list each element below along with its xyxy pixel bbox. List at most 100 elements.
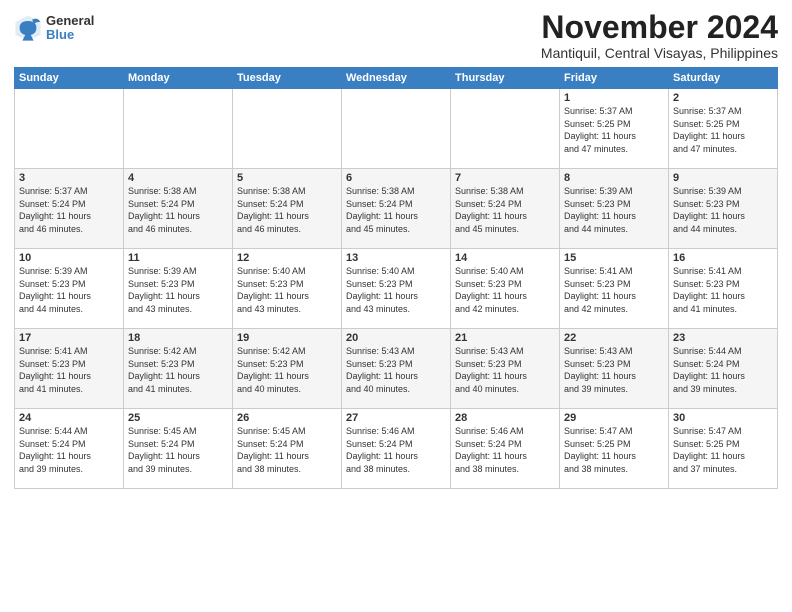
- table-row: 26Sunrise: 5:45 AM Sunset: 5:24 PM Dayli…: [233, 409, 342, 489]
- day-info: Sunrise: 5:43 AM Sunset: 5:23 PM Dayligh…: [455, 345, 555, 395]
- table-row: 7Sunrise: 5:38 AM Sunset: 5:24 PM Daylig…: [451, 169, 560, 249]
- calendar-table: Sunday Monday Tuesday Wednesday Thursday…: [14, 67, 778, 489]
- day-number: 23: [673, 332, 773, 344]
- table-row: 15Sunrise: 5:41 AM Sunset: 5:23 PM Dayli…: [560, 249, 669, 329]
- day-number: 13: [346, 252, 446, 264]
- col-monday: Monday: [124, 68, 233, 89]
- day-info: Sunrise: 5:37 AM Sunset: 5:25 PM Dayligh…: [564, 105, 664, 155]
- logo-blue: Blue: [46, 28, 94, 42]
- day-info: Sunrise: 5:38 AM Sunset: 5:24 PM Dayligh…: [346, 185, 446, 235]
- day-number: 10: [19, 252, 119, 264]
- day-number: 14: [455, 252, 555, 264]
- day-number: 11: [128, 252, 228, 264]
- day-info: Sunrise: 5:39 AM Sunset: 5:23 PM Dayligh…: [128, 265, 228, 315]
- logo: General Blue: [14, 14, 94, 43]
- day-number: 21: [455, 332, 555, 344]
- day-number: 26: [237, 412, 337, 424]
- day-info: Sunrise: 5:41 AM Sunset: 5:23 PM Dayligh…: [673, 265, 773, 315]
- day-info: Sunrise: 5:47 AM Sunset: 5:25 PM Dayligh…: [673, 425, 773, 475]
- table-row: 5Sunrise: 5:38 AM Sunset: 5:24 PM Daylig…: [233, 169, 342, 249]
- table-row: 9Sunrise: 5:39 AM Sunset: 5:23 PM Daylig…: [669, 169, 778, 249]
- table-row: 24Sunrise: 5:44 AM Sunset: 5:24 PM Dayli…: [15, 409, 124, 489]
- col-tuesday: Tuesday: [233, 68, 342, 89]
- table-row: 6Sunrise: 5:38 AM Sunset: 5:24 PM Daylig…: [342, 169, 451, 249]
- table-row: 23Sunrise: 5:44 AM Sunset: 5:24 PM Dayli…: [669, 329, 778, 409]
- col-saturday: Saturday: [669, 68, 778, 89]
- col-sunday: Sunday: [15, 68, 124, 89]
- day-number: 7: [455, 172, 555, 184]
- table-row: [451, 89, 560, 169]
- table-row: 27Sunrise: 5:46 AM Sunset: 5:24 PM Dayli…: [342, 409, 451, 489]
- day-info: Sunrise: 5:44 AM Sunset: 5:24 PM Dayligh…: [19, 425, 119, 475]
- day-number: 25: [128, 412, 228, 424]
- table-row: 19Sunrise: 5:42 AM Sunset: 5:23 PM Dayli…: [233, 329, 342, 409]
- table-row: 28Sunrise: 5:46 AM Sunset: 5:24 PM Dayli…: [451, 409, 560, 489]
- day-number: 4: [128, 172, 228, 184]
- table-row: 20Sunrise: 5:43 AM Sunset: 5:23 PM Dayli…: [342, 329, 451, 409]
- table-row: 13Sunrise: 5:40 AM Sunset: 5:23 PM Dayli…: [342, 249, 451, 329]
- day-number: 17: [19, 332, 119, 344]
- day-info: Sunrise: 5:41 AM Sunset: 5:23 PM Dayligh…: [19, 345, 119, 395]
- logo-text: General Blue: [46, 14, 94, 43]
- day-info: Sunrise: 5:39 AM Sunset: 5:23 PM Dayligh…: [564, 185, 664, 235]
- col-thursday: Thursday: [451, 68, 560, 89]
- table-row: 22Sunrise: 5:43 AM Sunset: 5:23 PM Dayli…: [560, 329, 669, 409]
- table-row: [233, 89, 342, 169]
- table-row: 16Sunrise: 5:41 AM Sunset: 5:23 PM Dayli…: [669, 249, 778, 329]
- day-number: 28: [455, 412, 555, 424]
- day-number: 24: [19, 412, 119, 424]
- day-number: 22: [564, 332, 664, 344]
- day-info: Sunrise: 5:40 AM Sunset: 5:23 PM Dayligh…: [455, 265, 555, 315]
- calendar-week-4: 17Sunrise: 5:41 AM Sunset: 5:23 PM Dayli…: [15, 329, 778, 409]
- calendar-week-2: 3Sunrise: 5:37 AM Sunset: 5:24 PM Daylig…: [15, 169, 778, 249]
- title-section: November 2024 Mantiquil, Central Visayas…: [541, 10, 778, 61]
- table-row: 25Sunrise: 5:45 AM Sunset: 5:24 PM Dayli…: [124, 409, 233, 489]
- table-row: 8Sunrise: 5:39 AM Sunset: 5:23 PM Daylig…: [560, 169, 669, 249]
- table-row: 30Sunrise: 5:47 AM Sunset: 5:25 PM Dayli…: [669, 409, 778, 489]
- day-info: Sunrise: 5:44 AM Sunset: 5:24 PM Dayligh…: [673, 345, 773, 395]
- day-info: Sunrise: 5:40 AM Sunset: 5:23 PM Dayligh…: [346, 265, 446, 315]
- day-info: Sunrise: 5:46 AM Sunset: 5:24 PM Dayligh…: [346, 425, 446, 475]
- table-row: 14Sunrise: 5:40 AM Sunset: 5:23 PM Dayli…: [451, 249, 560, 329]
- logo-icon: [14, 14, 42, 42]
- day-number: 6: [346, 172, 446, 184]
- header: General Blue November 2024 Mantiquil, Ce…: [14, 10, 778, 61]
- day-number: 5: [237, 172, 337, 184]
- day-number: 19: [237, 332, 337, 344]
- table-row: [15, 89, 124, 169]
- day-info: Sunrise: 5:45 AM Sunset: 5:24 PM Dayligh…: [237, 425, 337, 475]
- day-info: Sunrise: 5:43 AM Sunset: 5:23 PM Dayligh…: [564, 345, 664, 395]
- day-number: 18: [128, 332, 228, 344]
- day-number: 16: [673, 252, 773, 264]
- calendar-header-row: Sunday Monday Tuesday Wednesday Thursday…: [15, 68, 778, 89]
- day-number: 3: [19, 172, 119, 184]
- day-info: Sunrise: 5:45 AM Sunset: 5:24 PM Dayligh…: [128, 425, 228, 475]
- day-number: 1: [564, 92, 664, 104]
- day-number: 27: [346, 412, 446, 424]
- day-info: Sunrise: 5:38 AM Sunset: 5:24 PM Dayligh…: [128, 185, 228, 235]
- table-row: 3Sunrise: 5:37 AM Sunset: 5:24 PM Daylig…: [15, 169, 124, 249]
- table-row: 12Sunrise: 5:40 AM Sunset: 5:23 PM Dayli…: [233, 249, 342, 329]
- day-info: Sunrise: 5:39 AM Sunset: 5:23 PM Dayligh…: [19, 265, 119, 315]
- table-row: 1Sunrise: 5:37 AM Sunset: 5:25 PM Daylig…: [560, 89, 669, 169]
- calendar-week-1: 1Sunrise: 5:37 AM Sunset: 5:25 PM Daylig…: [15, 89, 778, 169]
- day-info: Sunrise: 5:37 AM Sunset: 5:25 PM Dayligh…: [673, 105, 773, 155]
- day-number: 20: [346, 332, 446, 344]
- table-row: 17Sunrise: 5:41 AM Sunset: 5:23 PM Dayli…: [15, 329, 124, 409]
- table-row: [342, 89, 451, 169]
- table-row: 18Sunrise: 5:42 AM Sunset: 5:23 PM Dayli…: [124, 329, 233, 409]
- day-number: 29: [564, 412, 664, 424]
- table-row: 10Sunrise: 5:39 AM Sunset: 5:23 PM Dayli…: [15, 249, 124, 329]
- table-row: 29Sunrise: 5:47 AM Sunset: 5:25 PM Dayli…: [560, 409, 669, 489]
- location-title: Mantiquil, Central Visayas, Philippines: [541, 45, 778, 61]
- month-title: November 2024: [541, 10, 778, 45]
- day-info: Sunrise: 5:40 AM Sunset: 5:23 PM Dayligh…: [237, 265, 337, 315]
- col-wednesday: Wednesday: [342, 68, 451, 89]
- day-info: Sunrise: 5:38 AM Sunset: 5:24 PM Dayligh…: [237, 185, 337, 235]
- day-number: 8: [564, 172, 664, 184]
- table-row: 4Sunrise: 5:38 AM Sunset: 5:24 PM Daylig…: [124, 169, 233, 249]
- day-info: Sunrise: 5:41 AM Sunset: 5:23 PM Dayligh…: [564, 265, 664, 315]
- day-number: 15: [564, 252, 664, 264]
- table-row: [124, 89, 233, 169]
- calendar-week-5: 24Sunrise: 5:44 AM Sunset: 5:24 PM Dayli…: [15, 409, 778, 489]
